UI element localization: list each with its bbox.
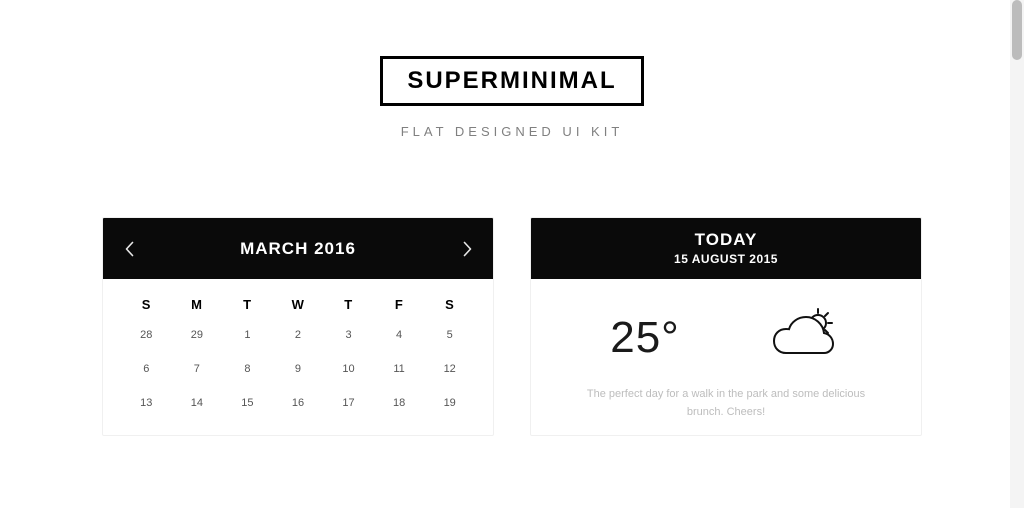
calendar-day-header: T (222, 285, 273, 318)
calendar-body: S M T W T F S 28 29 1 (103, 279, 493, 434)
calendar-cell[interactable]: 19 (424, 386, 475, 420)
weather-description: The perfect day for a walk in the park a… (586, 386, 866, 421)
calendar-cell[interactable]: 6 (121, 352, 172, 386)
calendar-day-header: S (424, 285, 475, 318)
weather-date: 15 AUGUST 2015 (674, 252, 778, 266)
logo-text: SUPERMINIMAL (407, 67, 616, 95)
weather-header: TODAY 15 AUGUST 2015 (531, 218, 921, 279)
calendar-cell[interactable]: 7 (172, 352, 223, 386)
calendar-cell[interactable]: 3 (323, 318, 374, 352)
calendar-cell[interactable]: 29 (172, 318, 223, 352)
calendar-day-header: F (374, 285, 425, 318)
calendar-cell[interactable]: 2 (273, 318, 324, 352)
chevron-right-icon (463, 241, 472, 257)
calendar-grid: S M T W T F S 28 29 1 (121, 285, 475, 420)
calendar-header: MARCH 2016 (103, 218, 493, 279)
calendar-cell[interactable]: 11 (374, 352, 425, 386)
calendar-cell[interactable]: 14 (172, 386, 223, 420)
logo-box: SUPERMINIMAL (380, 56, 643, 106)
calendar-cell[interactable]: 15 (222, 386, 273, 420)
calendar-cell[interactable]: 18 (374, 386, 425, 420)
page-subtitle: FLAT DESIGNED UI KIT (0, 124, 1024, 139)
calendar-day-header: M (172, 285, 223, 318)
calendar-next-button[interactable] (447, 218, 487, 279)
calendar-cell[interactable]: 4 (374, 318, 425, 352)
scrollbar-track[interactable] (1010, 0, 1024, 508)
calendar-cell[interactable]: 9 (273, 352, 324, 386)
calendar-cell[interactable]: 17 (323, 386, 374, 420)
calendar-title: MARCH 2016 (240, 239, 356, 259)
calendar-cell[interactable]: 8 (222, 352, 273, 386)
calendar-cell[interactable]: 28 (121, 318, 172, 352)
weather-title: TODAY (674, 231, 778, 250)
weather-body: 25° The perfect day for a walk in the pa… (531, 279, 921, 435)
page-header: SUPERMINIMAL FLAT DESIGNED UI KIT (0, 56, 1024, 139)
calendar-cell[interactable]: 1 (222, 318, 273, 352)
weather-widget: TODAY 15 AUGUST 2015 25° (530, 217, 922, 436)
weather-temperature: 25° (610, 313, 680, 363)
chevron-left-icon (125, 241, 134, 257)
calendar-cell[interactable]: 12 (424, 352, 475, 386)
partly-cloudy-icon (770, 307, 842, 368)
calendar-widget: MARCH 2016 S M T W T F S (102, 217, 494, 436)
calendar-cell[interactable]: 5 (424, 318, 475, 352)
calendar-day-header: T (323, 285, 374, 318)
calendar-cell[interactable]: 10 (323, 352, 374, 386)
scrollbar-thumb[interactable] (1012, 0, 1022, 60)
calendar-cell[interactable]: 16 (273, 386, 324, 420)
calendar-day-header: W (273, 285, 324, 318)
calendar-cell[interactable]: 13 (121, 386, 172, 420)
calendar-day-header: S (121, 285, 172, 318)
calendar-prev-button[interactable] (109, 218, 149, 279)
